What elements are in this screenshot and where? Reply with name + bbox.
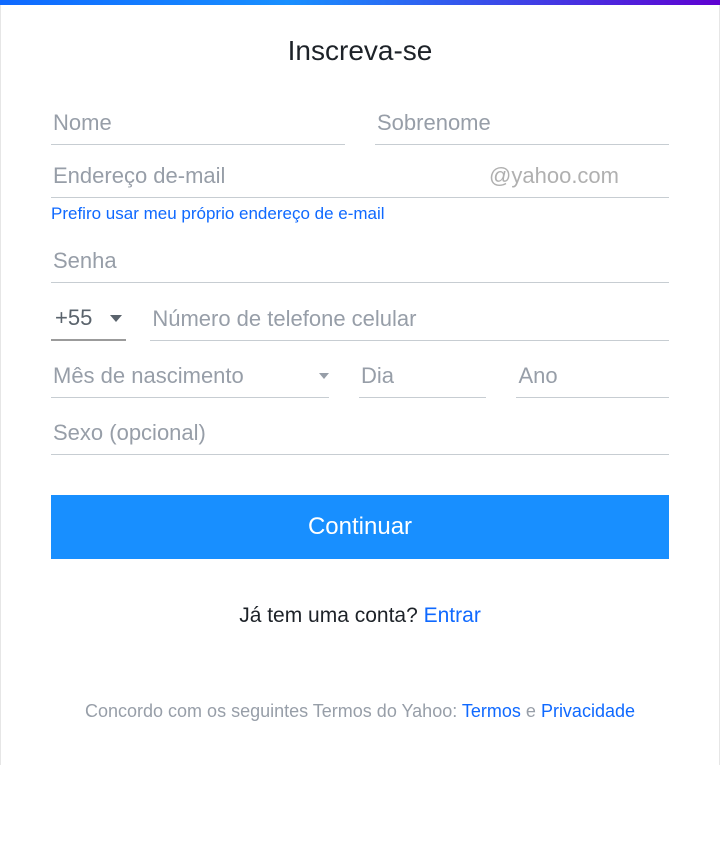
- continue-button[interactable]: Continuar: [51, 495, 669, 559]
- birth-year-input[interactable]: [516, 355, 669, 398]
- page-title: Inscreva-se: [51, 35, 669, 67]
- name-row: [51, 102, 669, 145]
- email-row: @yahoo.com: [51, 155, 669, 198]
- terms-row: Concordo com os seguintes Termos do Yaho…: [51, 698, 669, 725]
- phone-input[interactable]: [150, 298, 669, 341]
- caret-down-icon: [319, 373, 329, 379]
- signin-link[interactable]: Entrar: [424, 604, 481, 627]
- password-input[interactable]: [51, 240, 669, 283]
- birth-month-select[interactable]: Mês de nascimento: [51, 355, 329, 398]
- last-name-input[interactable]: [375, 102, 669, 145]
- terms-prefix: Concordo com os seguintes Termos do Yaho…: [85, 701, 462, 721]
- first-name-input[interactable]: [51, 102, 345, 145]
- country-code-select[interactable]: +55: [51, 297, 126, 341]
- birth-month-placeholder: Mês de nascimento: [53, 363, 244, 389]
- phone-row: +55: [51, 297, 669, 341]
- signin-row: Já tem uma conta? Entrar: [51, 604, 669, 628]
- caret-down-icon: [110, 315, 122, 322]
- use-own-email-link[interactable]: Prefiro usar meu próprio endereço de e-m…: [51, 204, 385, 224]
- terms-link[interactable]: Termos: [462, 701, 521, 721]
- signup-card: Inscreva-se @yahoo.com Prefiro usar meu …: [0, 5, 720, 765]
- terms-and: e: [521, 701, 541, 721]
- gender-input[interactable]: [51, 412, 669, 455]
- privacy-link[interactable]: Privacidade: [541, 701, 635, 721]
- birth-day-input[interactable]: [359, 355, 486, 398]
- birth-row: Mês de nascimento: [51, 355, 669, 398]
- signin-prompt: Já tem uma conta?: [239, 604, 423, 627]
- country-code-value: +55: [55, 305, 92, 331]
- email-input[interactable]: [51, 155, 489, 197]
- email-domain-suffix: @yahoo.com: [489, 163, 669, 189]
